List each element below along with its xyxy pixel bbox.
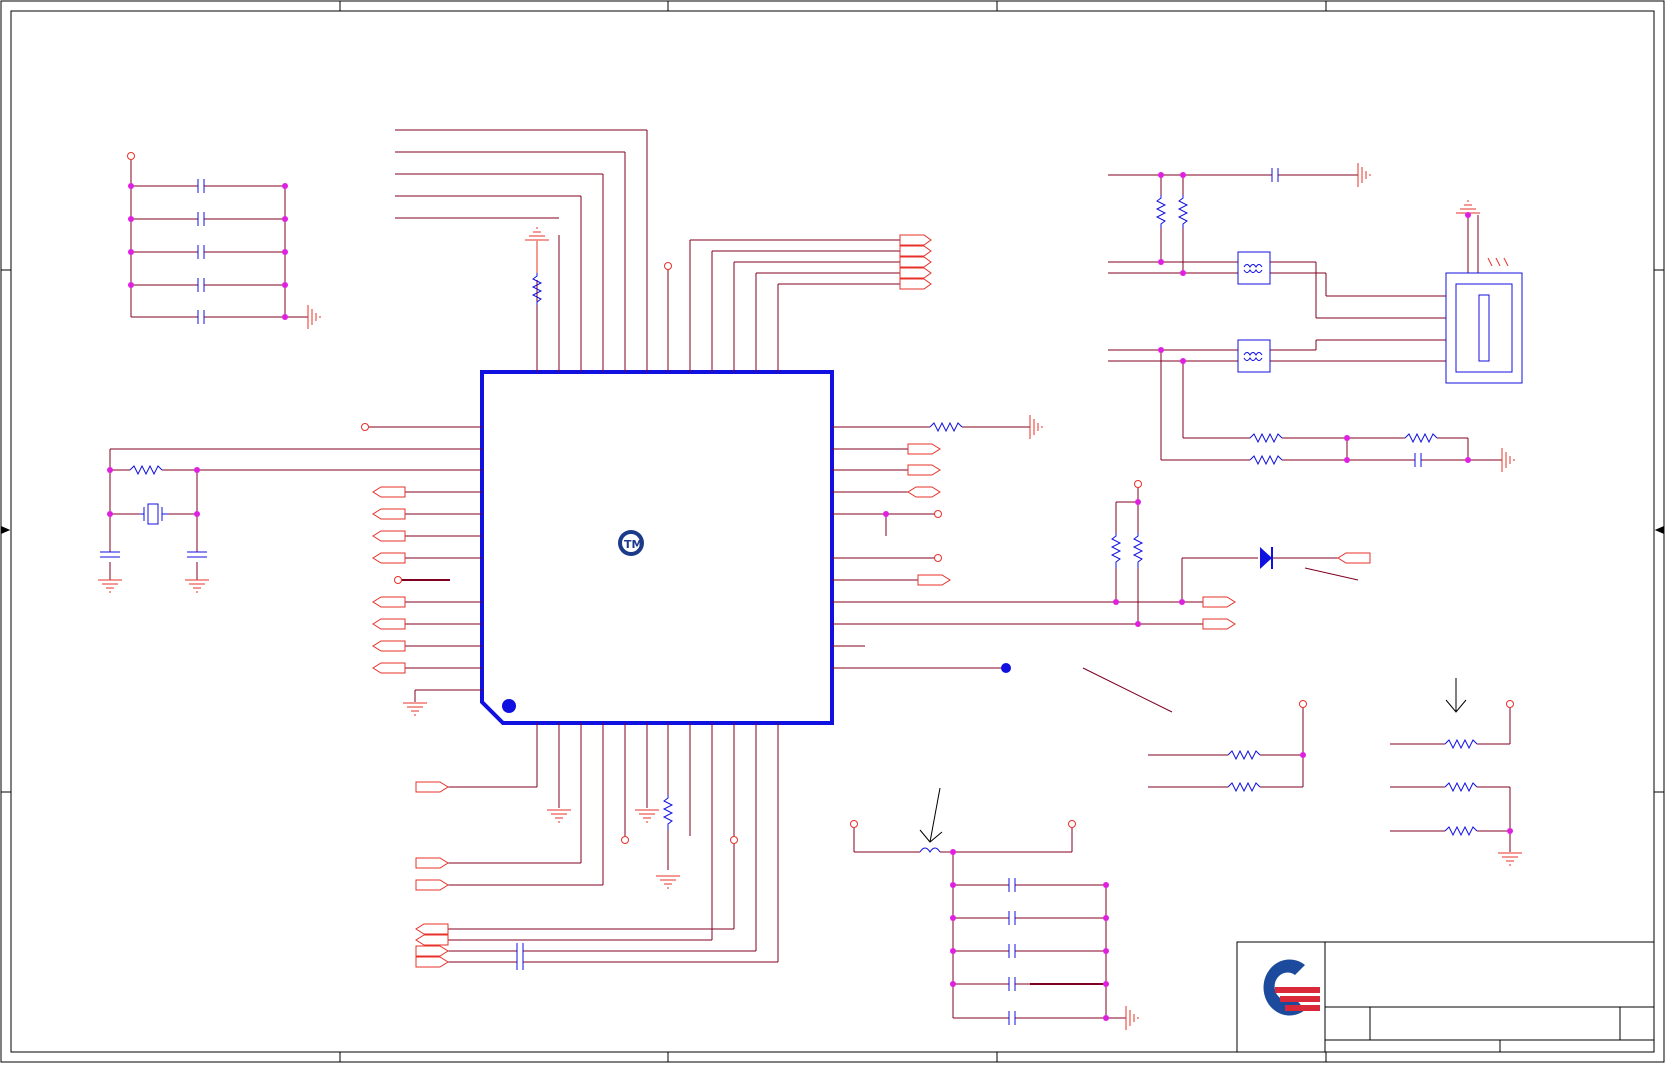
crystal[interactable]: [140, 503, 168, 525]
ferrite-cap-network: [853, 828, 1126, 1019]
junction-dot: [950, 915, 956, 921]
junction-dot: [282, 249, 288, 255]
junction-dot: [1103, 981, 1109, 987]
test-point[interactable]: [664, 262, 672, 270]
test-point[interactable]: [361, 423, 369, 431]
inductor[interactable]: [919, 847, 941, 853]
ic-bottom-pins: [440, 723, 779, 963]
test-point[interactable]: [127, 152, 135, 160]
probe-point[interactable]: [1001, 663, 1011, 673]
usb-circuit: [1108, 174, 1502, 461]
junction-dot: [1465, 212, 1471, 218]
ic-top-pins: [395, 129, 900, 372]
test-point[interactable]: [1506, 700, 1514, 708]
junction-dot: [282, 282, 288, 288]
junction-dot: [1300, 752, 1306, 758]
usb-shield-tick: [1487, 257, 1509, 267]
junction-dot: [194, 467, 200, 473]
company-logo: [1263, 959, 1320, 1016]
lower-right-resistors: [1082, 667, 1511, 852]
crystal-grounds: [97, 579, 210, 593]
junction-dot: [1158, 259, 1164, 265]
ground-ic-left: [402, 702, 428, 716]
test-point[interactable]: [621, 836, 629, 844]
ic-left-pins: [110, 426, 482, 702]
junction-dot: [1179, 599, 1185, 605]
pin1-marker: [502, 699, 516, 713]
junction-dot: [1103, 915, 1109, 921]
junction-dot: [883, 511, 889, 517]
left-ground-rot: [307, 305, 321, 329]
test-point[interactable]: [730, 836, 738, 844]
junction-dot: [1180, 172, 1186, 178]
ground-top-ic: [524, 227, 550, 241]
junction-dot: [1180, 358, 1186, 364]
junction-dot: [282, 183, 288, 189]
junction-dot: [950, 882, 956, 888]
usb-connector[interactable]: [1445, 272, 1523, 384]
main-ic[interactable]: TM: [480, 370, 834, 725]
right-ground-rot: [1029, 415, 1043, 439]
junction-dot: [107, 467, 113, 473]
resistor-crystal[interactable]: [129, 464, 163, 476]
junction-dot: [950, 948, 956, 954]
junction-dot: [1344, 435, 1350, 441]
svg-text:TM: TM: [624, 538, 642, 551]
ic-right-pins: [832, 426, 1203, 669]
test-point[interactable]: [934, 554, 942, 562]
junction-dot: [1103, 948, 1109, 954]
test-point[interactable]: [1134, 480, 1142, 488]
test-point[interactable]: [1299, 700, 1307, 708]
junction-dot: [1103, 1015, 1109, 1021]
top-right-net-flags[interactable]: [899, 234, 932, 290]
annotation-arrow: [1445, 678, 1467, 713]
test-point[interactable]: [934, 510, 942, 518]
junction-dot: [128, 183, 134, 189]
junction-dot: [107, 511, 113, 517]
chip-logo: TM: [618, 530, 644, 556]
test-point[interactable]: [850, 820, 858, 828]
junction-dot: [1135, 621, 1141, 627]
led-net-flag[interactable]: [1337, 552, 1371, 564]
junction-dot: [1103, 882, 1109, 888]
right-net-flags[interactable]: [907, 443, 1236, 630]
junction-dot: [950, 981, 956, 987]
junction-dot: [128, 249, 134, 255]
junction-dot: [1135, 499, 1141, 505]
junction-dot: [1180, 270, 1186, 276]
junction-dot: [1158, 347, 1164, 353]
junction-dot: [1344, 457, 1350, 463]
crystal-load-caps[interactable]: [100, 551, 207, 558]
resistor-right-ic[interactable]: [929, 421, 963, 433]
junction-dot: [1465, 457, 1471, 463]
junction-dot: [1113, 599, 1119, 605]
junction-dot: [1158, 172, 1164, 178]
bottom-right-ground: [1125, 1006, 1139, 1030]
ground-bottom: [546, 809, 681, 889]
inductor-arrow: [919, 787, 943, 843]
schematic-drawing: TM: [0, 0, 1665, 1063]
led-diode[interactable]: [1260, 547, 1273, 569]
junction-dot: [282, 314, 288, 320]
ground-lower-right: [1497, 852, 1523, 866]
junction-dot: [282, 216, 288, 222]
pull-up-resistors[interactable]: [1115, 488, 1139, 624]
usb-choke-1[interactable]: [1237, 251, 1271, 285]
junction-dot: [1507, 828, 1513, 834]
led-circuit[interactable]: [1181, 557, 1359, 602]
junction-dot: [950, 849, 956, 855]
junction-dot: [194, 511, 200, 517]
junction-dot: [128, 282, 134, 288]
schematic-sheet: TM: [0, 0, 1665, 1063]
resistor-bottom[interactable]: [662, 795, 674, 830]
test-point[interactable]: [1068, 820, 1076, 828]
junction-dot: [128, 216, 134, 222]
usb-choke-2[interactable]: [1237, 339, 1271, 373]
bottom-net-flags[interactable]: [415, 781, 449, 968]
test-point[interactable]: [394, 576, 402, 584]
crystal-circuit[interactable]: [109, 449, 198, 580]
bottom-right-caps[interactable]: [1008, 878, 1016, 1025]
left-decoupling-caps[interactable]: [130, 160, 308, 318]
